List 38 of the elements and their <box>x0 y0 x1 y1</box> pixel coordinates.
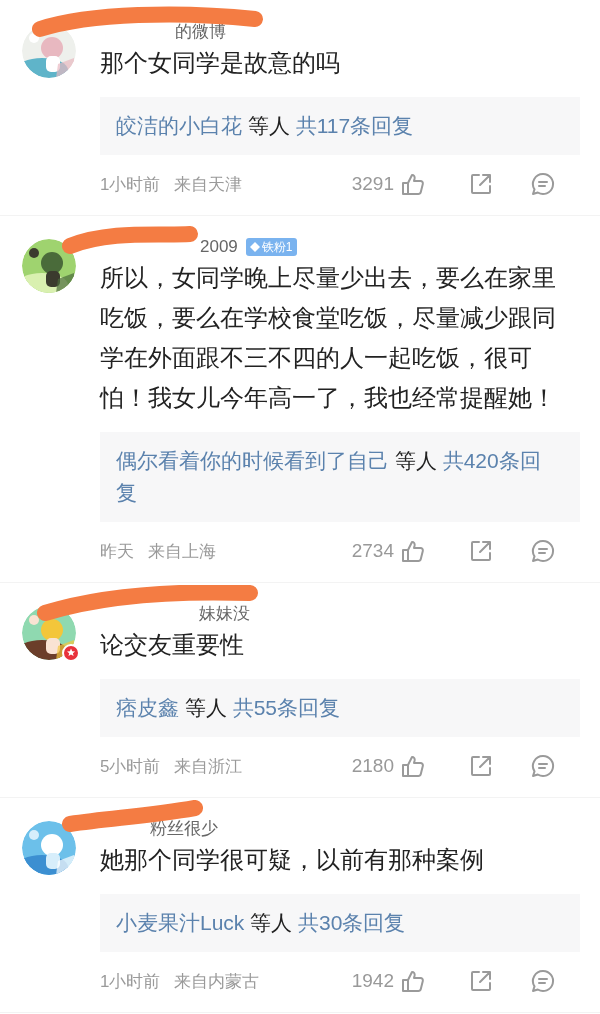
thumbs-up-icon[interactable] <box>400 968 426 994</box>
comment-icon[interactable] <box>530 968 556 994</box>
reply-summary[interactable]: 痞皮鑫 等人 共55条回复 <box>100 679 580 737</box>
reply-summary[interactable]: 皎洁的小白花 等人 共117条回复 <box>100 97 580 155</box>
share-icon[interactable] <box>468 538 494 564</box>
comment-text: 所以，女同学晚上尽量少出去，要么在家里吃饭，要么在学校食堂吃饭，尽量减少跟同学在外面跟不三不四的人一起吃饭，很可怕！我女儿今年高一了，我也经常提醒她！ <box>100 263 557 413</box>
comment-icon[interactable] <box>530 538 556 564</box>
reply-summary[interactable]: 偶尔看着你的时候看到了自己 等人 共420条回复 <box>100 432 580 522</box>
thumbs-up-icon[interactable] <box>400 538 426 564</box>
comment-location: 来自天津 <box>174 173 243 196</box>
share-icon[interactable] <box>468 753 494 779</box>
thumbs-up-icon[interactable] <box>400 171 426 197</box>
username[interactable]: 粉丝很少 <box>150 818 218 840</box>
comment-time: 1小时前 <box>100 173 161 196</box>
comment-location: 来自浙江 <box>174 755 243 778</box>
fan-badge: 铁粉1 <box>245 238 297 256</box>
like-count: 1942 <box>351 970 394 992</box>
share-icon[interactable] <box>468 171 494 197</box>
like-count: 2180 <box>351 755 394 777</box>
share-icon[interactable] <box>468 968 494 994</box>
comment-time: 1小时前 <box>100 970 161 993</box>
diamond-icon <box>249 242 260 252</box>
comment-text: 那个女同学是故意的吗 <box>100 48 341 78</box>
like-count: 2734 <box>351 540 394 562</box>
comment-text: 她那个同学很可疑，以前有那种案例 <box>100 845 485 875</box>
username[interactable]: 2009 <box>200 236 238 258</box>
comment-icon[interactable] <box>530 171 556 197</box>
comment-location: 来自内蒙古 <box>174 970 260 993</box>
thumbs-up-icon[interactable] <box>400 753 426 779</box>
like-count: 3291 <box>351 173 394 195</box>
comment-time: 5小时前 <box>100 755 161 778</box>
comment-time: 昨天 <box>100 540 134 563</box>
username[interactable]: 妹妹没 <box>199 603 250 625</box>
reply-summary[interactable]: 小麦果汁Luck 等人 共30条回复 <box>100 894 580 952</box>
username[interactable]: 的微博 <box>175 21 226 43</box>
comment-text: 论交友重要性 <box>100 630 245 660</box>
comment-icon[interactable] <box>530 753 556 779</box>
comment-location: 来自上海 <box>148 540 216 563</box>
